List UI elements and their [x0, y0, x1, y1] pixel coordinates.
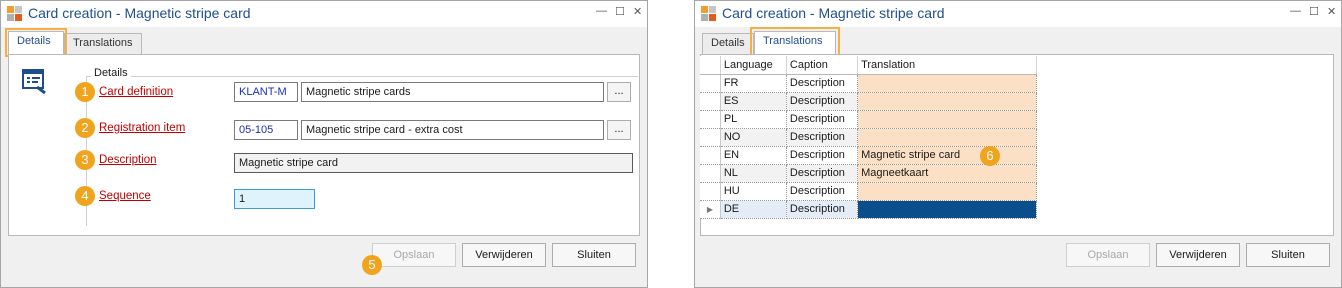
maximize-icon[interactable]: ☐: [615, 5, 625, 18]
translation-cell[interactable]: [857, 128, 1037, 147]
registration-item-lookup-button[interactable]: ...: [607, 120, 631, 140]
app-icon: [7, 6, 23, 22]
caption-cell[interactable]: Description: [786, 92, 859, 111]
step-badge-4: 4: [75, 186, 95, 206]
step-badge-1: 1: [75, 82, 95, 102]
sequence-field[interactable]: 1: [234, 189, 315, 209]
language-cell[interactable]: PL: [720, 110, 787, 129]
delete-button[interactable]: Verwijderen: [462, 243, 546, 267]
grid-header-row: Language Caption Translation: [700, 56, 1037, 75]
delete-button[interactable]: Verwijderen: [1156, 243, 1240, 267]
row-selector[interactable]: [700, 128, 721, 147]
table-row[interactable]: NL Description Magneetkaart: [700, 164, 1037, 183]
column-header-translation[interactable]: Translation: [857, 56, 1037, 75]
table-row[interactable]: NO Description: [700, 128, 1037, 147]
card-definition-lookup-button[interactable]: ...: [607, 82, 631, 102]
translation-cell[interactable]: Magnetic stripe card: [857, 146, 1037, 165]
caption-cell[interactable]: Description: [786, 164, 859, 183]
translation-cell-editing[interactable]: [857, 200, 1037, 219]
language-cell[interactable]: ES: [720, 92, 787, 111]
language-cell[interactable]: FR: [720, 74, 787, 93]
close-button[interactable]: Sluiten: [552, 243, 636, 267]
translation-cell[interactable]: [857, 74, 1037, 93]
card-form-icon: [22, 69, 46, 94]
save-button[interactable]: Opslaan: [1066, 243, 1150, 267]
sequence-link[interactable]: Sequence: [99, 190, 151, 202]
caption-cell[interactable]: Description: [786, 182, 859, 201]
window-title: Card creation - Magnetic stripe card: [722, 5, 945, 21]
caption-cell[interactable]: Description: [786, 128, 859, 147]
column-header-caption[interactable]: Caption: [786, 56, 859, 75]
details-group-label: Details: [91, 67, 131, 79]
translation-cell[interactable]: Magneetkaart: [857, 164, 1037, 183]
tab-translations[interactable]: Translations: [64, 33, 142, 54]
table-row[interactable]: FR Description: [700, 74, 1037, 93]
row-selector[interactable]: [700, 182, 721, 201]
language-cell[interactable]: DE: [720, 200, 787, 219]
tab-details[interactable]: Details: [702, 33, 754, 54]
caption-cell[interactable]: Description: [786, 110, 859, 129]
caption-cell[interactable]: Description: [786, 200, 859, 219]
row-selector[interactable]: [700, 146, 721, 165]
registration-item-link[interactable]: Registration item: [99, 122, 185, 134]
card-definition-name-field[interactable]: Magnetic stripe cards: [301, 82, 604, 102]
row-selector[interactable]: [700, 164, 721, 183]
language-cell[interactable]: NL: [720, 164, 787, 183]
row-selector[interactable]: [700, 110, 721, 129]
close-button[interactable]: Sluiten: [1246, 243, 1330, 267]
tab-details[interactable]: Details: [8, 31, 64, 54]
registration-item-code-field[interactable]: 05-105: [234, 120, 298, 140]
row-selector[interactable]: [700, 92, 721, 111]
language-cell[interactable]: EN: [720, 146, 787, 165]
save-button[interactable]: Opslaan: [372, 243, 456, 267]
language-cell[interactable]: NO: [720, 128, 787, 147]
table-row[interactable]: PL Description: [700, 110, 1037, 129]
description-link[interactable]: Description: [99, 154, 157, 166]
translation-cell[interactable]: [857, 92, 1037, 111]
step-badge-5: 5: [362, 255, 382, 275]
caption-cell[interactable]: Description: [786, 74, 859, 93]
tab-translations[interactable]: Translations: [754, 31, 836, 54]
maximize-icon[interactable]: ☐: [1309, 5, 1319, 18]
close-icon[interactable]: ✕: [633, 5, 642, 18]
language-cell[interactable]: HU: [720, 182, 787, 201]
table-row[interactable]: ▶ DE Description: [700, 200, 1037, 219]
table-row[interactable]: ES Description: [700, 92, 1037, 111]
translation-cell[interactable]: [857, 182, 1037, 201]
card-definition-code-field[interactable]: KLANT-M: [234, 82, 298, 102]
row-selector[interactable]: [700, 74, 721, 93]
translations-grid: Language Caption Translation FR Descript…: [700, 56, 1037, 219]
caption-cell[interactable]: Description: [786, 146, 859, 165]
card-definition-link[interactable]: Card definition: [99, 86, 173, 98]
step-badge-6: 6: [980, 146, 1000, 166]
app-icon: [701, 6, 717, 22]
minimize-icon[interactable]: —: [596, 5, 607, 17]
title-bar[interactable]: Card creation - Magnetic stripe card — ☐…: [695, 1, 1341, 27]
description-field[interactable]: Magnetic stripe card: [234, 153, 633, 173]
current-row-indicator-icon[interactable]: ▶: [700, 200, 721, 219]
column-header-language[interactable]: Language: [720, 56, 787, 75]
window-title: Card creation - Magnetic stripe card: [28, 5, 251, 21]
translation-cell[interactable]: [857, 110, 1037, 129]
close-icon[interactable]: ✕: [1327, 5, 1336, 18]
registration-item-name-field[interactable]: Magnetic stripe card - extra cost: [301, 120, 604, 140]
table-row[interactable]: HU Description: [700, 182, 1037, 201]
minimize-icon[interactable]: —: [1290, 5, 1301, 17]
step-badge-3: 3: [75, 150, 95, 170]
row-selector-header: [700, 56, 721, 75]
step-badge-2: 2: [75, 118, 95, 138]
title-bar[interactable]: Card creation - Magnetic stripe card — ☐…: [1, 1, 647, 27]
